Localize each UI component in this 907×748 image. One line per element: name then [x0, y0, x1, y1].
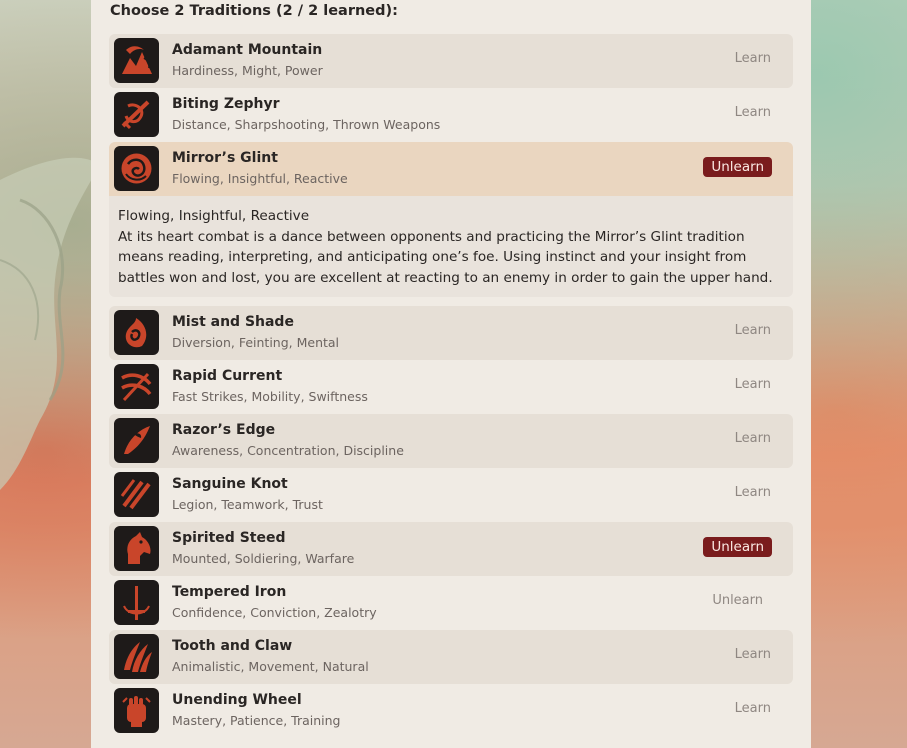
tradition-row-unending-wheel[interactable]: Unending Wheel Mastery, Patience, Traini… [109, 684, 793, 738]
tradition-tags: Confidence, Conviction, Zealotry [172, 605, 377, 620]
tradition-tags: Animalistic, Movement, Natural [172, 659, 369, 674]
tradition-details: Flowing, Insightful, Reactive At its hea… [109, 196, 793, 297]
traditions-heading: Choose 2 Traditions (2 / 2 learned): [110, 3, 398, 19]
details-description: At its heart combat is a dance between o… [118, 228, 773, 286]
learn-button[interactable]: Learn [735, 431, 771, 446]
tradition-row-adamant-mountain[interactable]: Adamant Mountain Hardiness, Might, Power… [109, 34, 793, 88]
current-icon [114, 364, 159, 409]
razor-icon [114, 418, 159, 463]
tradition-row-biting-zephyr[interactable]: Biting Zephyr Distance, Sharpshooting, T… [109, 88, 793, 142]
tradition-tags: Mastery, Patience, Training [172, 713, 341, 728]
claw-icon [114, 634, 159, 679]
tradition-row-rapid-current[interactable]: Rapid Current Fast Strikes, Mobility, Sw… [109, 360, 793, 414]
tradition-row-sanguine-knot[interactable]: Sanguine Knot Legion, Teamwork, Trust Le… [109, 468, 793, 522]
tradition-name: Rapid Current [172, 368, 283, 384]
learn-button[interactable]: Learn [735, 323, 771, 338]
tradition-name: Mist and Shade [172, 314, 294, 330]
tradition-tags: Diversion, Feinting, Mental [172, 335, 340, 350]
tradition-row-razors-edge[interactable]: Razor’s Edge Awareness, Concentration, D… [109, 414, 793, 468]
learn-button[interactable]: Learn [735, 701, 771, 716]
zephyr-icon [114, 92, 159, 137]
unlearn-button[interactable]: Unlearn [703, 157, 772, 177]
learn-button[interactable]: Learn [735, 647, 771, 662]
horse-icon [114, 526, 159, 571]
tradition-tags: Hardiness, Might, Power [172, 63, 323, 78]
tradition-row-mist-and-shade[interactable]: Mist and Shade Diversion, Feinting, Ment… [109, 306, 793, 360]
tradition-row-mirrors-glint[interactable]: Mirror’s Glint Flowing, Insightful, Reac… [109, 142, 793, 196]
tradition-name: Tooth and Claw [172, 638, 293, 654]
tradition-tags: Mounted, Soldiering, Warfare [172, 551, 355, 566]
details-tags: Flowing, Insightful, Reactive [118, 208, 310, 224]
unlearn-button[interactable]: Unlearn [712, 593, 763, 608]
tradition-row-spirited-steed[interactable]: Spirited Steed Mounted, Soldiering, Warf… [109, 522, 793, 576]
tradition-name: Tempered Iron [172, 584, 287, 600]
tradition-name: Biting Zephyr [172, 96, 280, 112]
tradition-row-tempered-iron[interactable]: Tempered Iron Confidence, Conviction, Ze… [109, 576, 793, 630]
fist-icon [114, 688, 159, 733]
learn-button[interactable]: Learn [735, 51, 771, 66]
tradition-row-tooth-and-claw[interactable]: Tooth and Claw Animalistic, Movement, Na… [109, 630, 793, 684]
knot-icon [114, 472, 159, 517]
sword-icon [114, 580, 159, 625]
tradition-tags: Awareness, Concentration, Discipline [172, 443, 404, 458]
tradition-tags: Fast Strikes, Mobility, Swiftness [172, 389, 368, 404]
learn-button[interactable]: Learn [735, 377, 771, 392]
tradition-tags: Flowing, Insightful, Reactive [172, 171, 348, 186]
tradition-name: Mirror’s Glint [172, 150, 278, 166]
mist-icon [114, 310, 159, 355]
tradition-tags: Distance, Sharpshooting, Thrown Weapons [172, 117, 441, 132]
tradition-name: Razor’s Edge [172, 422, 276, 438]
mirror-icon [114, 146, 159, 191]
learn-button[interactable]: Learn [735, 485, 771, 500]
tradition-name: Adamant Mountain [172, 42, 323, 58]
learn-button[interactable]: Learn [735, 105, 771, 120]
unlearn-button[interactable]: Unlearn [703, 537, 772, 557]
tradition-name: Unending Wheel [172, 692, 302, 708]
mountain-icon [114, 38, 159, 83]
tradition-name: Sanguine Knot [172, 476, 288, 492]
tradition-name: Spirited Steed [172, 530, 286, 546]
tradition-tags: Legion, Teamwork, Trust [172, 497, 323, 512]
